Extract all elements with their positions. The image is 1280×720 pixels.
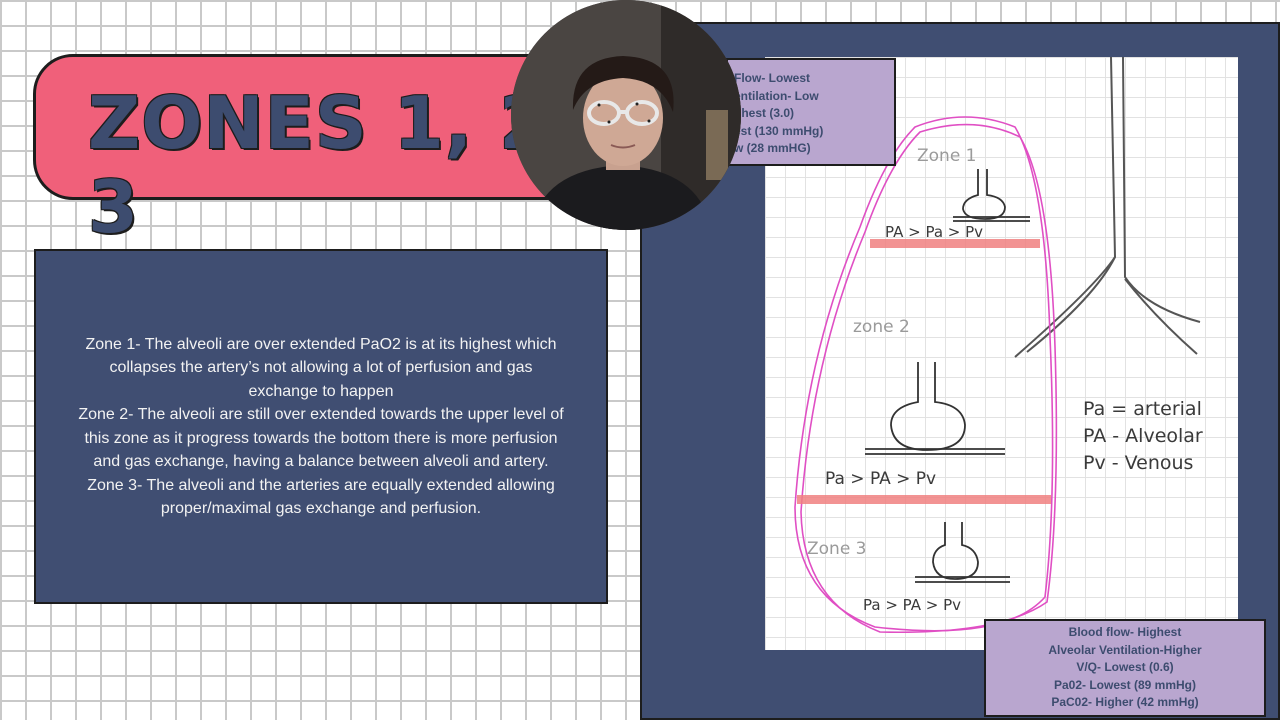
title-banner: ZONES 1, 2, 3 [33,54,593,249]
webcam-video [511,0,741,230]
presenter-icon [511,0,741,230]
description-text: Zone 1- The alveoli are over extended Pa… [70,333,571,521]
zone2-label: zone 2 [853,317,910,337]
description-line: exchange to happen [248,382,394,400]
description-line: and gas exchange, having a balance betwe… [93,453,549,470]
info-line: Pa02- Lowest (89 mmHg) [1053,677,1197,692]
info-line: Alveolar Ventilation-Higher [1048,642,1202,657]
zone1-info-box: Flow- Lowest entilation- Low ghest (3.0)… [726,58,896,166]
zone3-info-box: Blood flow- Highest Alveolar Ventilation… [984,619,1266,717]
legend-alveolar: PA - Alveolar [1083,425,1203,447]
zone3-label: Zone 3 [807,539,867,559]
info-line: PaC02- Higher (42 mmHg) [1051,695,1199,710]
info-line: est (130 mmHg) [734,123,824,138]
zone2-alveolus [865,362,1005,455]
info-line: Flow- Lowest [734,71,810,85]
description-line: Zone 3- The alveoli and the arteries are… [87,476,555,494]
zone1-label: Zone 1 [917,146,977,166]
legend-arterial: Pa = arterial [1083,398,1202,420]
info-line: w (28 mmHG) [734,141,811,155]
zone-band-2 [797,495,1051,504]
legend-venous: Pv - Venous [1083,452,1193,474]
description-box: Zone 1- The alveoli are over extended Pa… [34,249,608,604]
info-line: V/Q- Lowest (0.6) [1076,660,1174,675]
description-line: Zone 1- The alveoli are over extended Pa… [85,335,557,353]
description-line: collapses the artery’s not allowing a lo… [109,359,533,376]
zone1-equation: PA > Pa > Pv [885,223,983,241]
info-line: Blood flow- Highest [1068,625,1182,640]
zone3-alveolus [915,522,1010,583]
zone3-equation: Pa > PA > Pv [863,596,961,614]
zone1-alveolus [953,169,1030,222]
description-line: proper/maximal gas exchange and perfusio… [160,500,482,517]
description-line: Zone 2- The alveoli are still over exten… [78,406,564,423]
info-line: ghest (3.0) [734,106,795,120]
info-line: entilation- Low [734,88,819,103]
zone2-equation: Pa > PA > Pv [825,469,936,489]
description-line: this zone as it progress towards the bot… [84,429,558,447]
